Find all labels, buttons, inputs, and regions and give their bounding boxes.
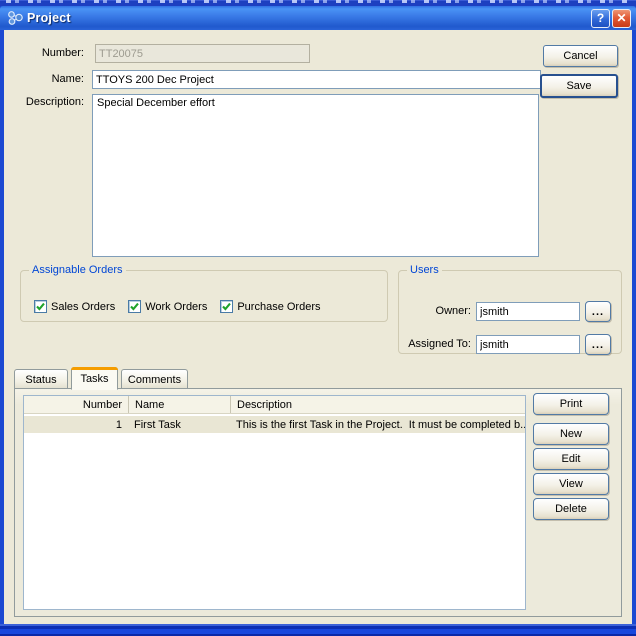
- tasks-table: Number Name Description 1 First Task Thi…: [23, 395, 526, 610]
- checkbox-checked-icon: [34, 300, 47, 313]
- description-field[interactable]: Special December effort: [92, 94, 539, 257]
- checkbox-label: Sales Orders: [51, 300, 116, 313]
- users-group: Users Owner: ... Assigned To: ...: [398, 264, 622, 355]
- assigned-to-label: Assigned To:: [408, 338, 471, 350]
- window-title: Project: [27, 11, 71, 25]
- checkbox-checked-icon: [220, 300, 234, 313]
- checkbox-work-orders[interactable]: Work Orders: [128, 300, 207, 313]
- column-header-name[interactable]: Name: [128, 396, 230, 413]
- tab-tasks[interactable]: Tasks: [71, 367, 118, 390]
- delete-button[interactable]: Delete: [533, 498, 609, 520]
- column-header-number[interactable]: Number: [24, 396, 128, 413]
- name-field[interactable]: [92, 70, 541, 89]
- task-name-cell: First Task: [134, 418, 181, 431]
- checkbox-checked-icon: [128, 300, 142, 313]
- task-number-cell: 1: [115, 418, 122, 431]
- new-button[interactable]: New: [533, 423, 609, 445]
- checkbox-label: Purchase Orders: [237, 300, 321, 313]
- save-button[interactable]: Save: [540, 74, 618, 98]
- description-label: Description:: [25, 96, 84, 108]
- table-header: Number Name Description: [24, 396, 525, 414]
- view-button[interactable]: View: [533, 473, 609, 495]
- assigned-to-browse-button[interactable]: ...: [585, 334, 611, 355]
- close-button[interactable]: ✕: [612, 8, 631, 28]
- edit-button[interactable]: Edit: [533, 448, 609, 470]
- help-button[interactable]: ?: [591, 8, 610, 28]
- tab-status[interactable]: Status: [14, 369, 68, 389]
- assignable-orders-group: Assignable Orders Sales Orders Work Orde…: [20, 264, 388, 322]
- number-field: [95, 44, 310, 63]
- window-bottom-border: [0, 624, 636, 636]
- cancel-button[interactable]: Cancel: [543, 45, 618, 67]
- table-row[interactable]: 1 First Task This is the first Task in t…: [24, 416, 525, 433]
- tasks-panel: Number Name Description 1 First Task Thi…: [14, 388, 622, 617]
- column-header-description[interactable]: Description: [230, 396, 525, 413]
- dialog-client-area: Number: Name: Description: Special Decem…: [4, 30, 632, 624]
- name-label: Name:: [51, 73, 84, 85]
- project-window-icon[interactable]: [7, 10, 24, 26]
- checkbox-label: Work Orders: [145, 300, 208, 313]
- assignable-orders-legend: Assignable Orders: [32, 264, 123, 276]
- checkbox-sales-orders[interactable]: Sales Orders: [34, 300, 115, 313]
- titlebar[interactable]: Project ? ✕: [0, 6, 636, 30]
- owner-label: Owner:: [435, 305, 471, 317]
- tab-comments[interactable]: Comments: [121, 369, 188, 389]
- owner-field[interactable]: [476, 302, 580, 321]
- tab-bar: Status Tasks Comments: [14, 367, 188, 390]
- project-window: Project ? ✕ Number: Name: Description: S…: [0, 0, 636, 636]
- checkbox-purchase-orders[interactable]: Purchase Orders: [220, 300, 321, 313]
- assignable-orders-checkboxes: Sales Orders Work Orders Purchase Orders: [34, 300, 321, 313]
- task-description-cell: This is the first Task in the Project. I…: [236, 418, 525, 431]
- assigned-to-field[interactable]: [476, 335, 580, 354]
- owner-browse-button[interactable]: ...: [585, 301, 611, 322]
- print-button[interactable]: Print: [533, 393, 609, 415]
- number-label: Number:: [41, 47, 84, 59]
- users-legend: Users: [410, 264, 439, 276]
